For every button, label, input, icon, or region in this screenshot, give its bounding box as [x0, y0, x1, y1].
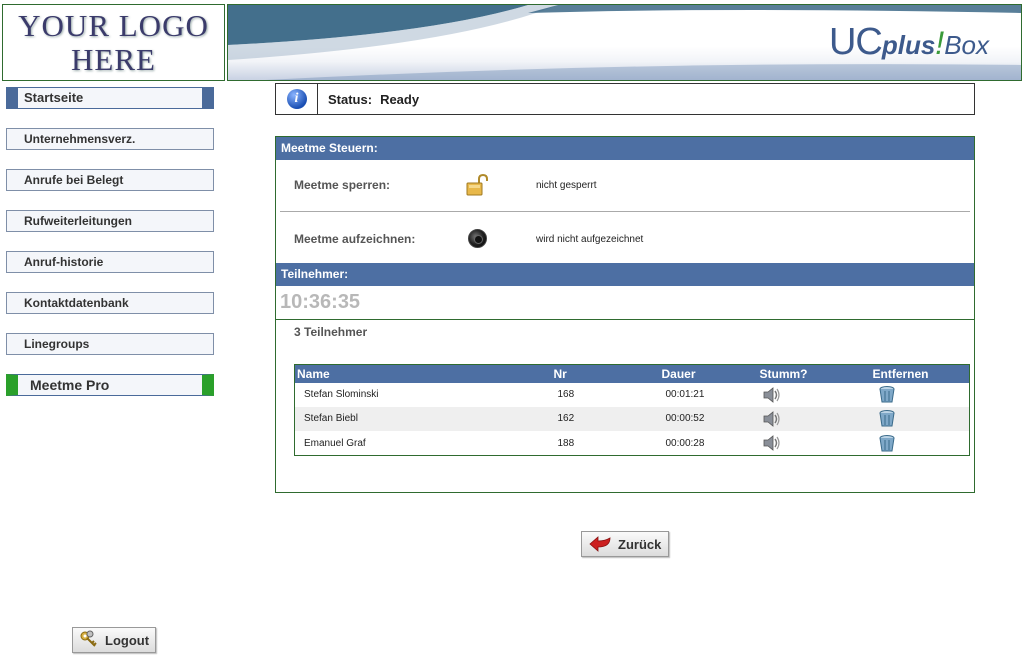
lock-label: Meetme sperren:	[294, 178, 391, 192]
back-button[interactable]: Zurück	[581, 531, 669, 557]
col-dauer: Dauer	[661, 366, 696, 381]
logo-line-1: YOUR LOGO	[18, 7, 209, 43]
status-value: Ready	[380, 91, 420, 107]
brand-box: Box	[944, 30, 989, 60]
info-icon: i	[286, 89, 307, 109]
table-row: Emanuel Graf 188 00:00:28	[295, 431, 970, 455]
timer-row: 10:36:35	[276, 286, 974, 320]
back-arrow-icon	[589, 536, 611, 552]
table-row: Stefan Slominski 168 00:01:21	[295, 383, 970, 407]
logo-line-2: HERE	[71, 41, 156, 77]
remove-icon[interactable]	[879, 410, 895, 427]
lock-value: nicht gesperrt	[536, 180, 597, 191]
sidebar-item-linegroups[interactable]: Linegroups	[6, 333, 214, 355]
status-label: Status:	[328, 91, 373, 107]
sidebar-item-rufweiterleitungen[interactable]: Rufweiterleitungen	[6, 210, 214, 232]
participant-nr: 168	[557, 389, 575, 401]
keys-icon	[80, 630, 97, 647]
brand-uc: UC	[828, 21, 883, 63]
meetme-panel: Meetme Steuern: Meetme sperren: nicht ge…	[275, 136, 975, 493]
meetme-control-header: Meetme Steuern:	[276, 137, 974, 160]
status-text: Status: Ready	[318, 92, 427, 107]
participants-table: Name Nr Dauer Stumm? Entfernen Stefan Sl…	[294, 364, 970, 456]
participant-name: Stefan Slominski	[304, 389, 379, 401]
status-bar: i Status: Ready	[275, 83, 975, 115]
sidebar-item-startseite[interactable]: Startseite	[6, 87, 214, 109]
table-header-row: Name Nr Dauer Stumm? Entfernen	[294, 364, 970, 383]
record-icon[interactable]	[468, 229, 487, 248]
col-name: Name	[297, 366, 330, 381]
remove-icon[interactable]	[879, 434, 895, 452]
divider	[280, 211, 970, 212]
speaker-icon[interactable]	[762, 386, 782, 404]
brand-bang: !	[935, 25, 945, 61]
sidebar-item-meetme-pro[interactable]: Meetme Pro	[6, 374, 214, 396]
participant-name: Stefan Biebl	[304, 413, 358, 425]
sidebar-item-anruf-historie[interactable]: Anruf-historie	[6, 251, 214, 273]
conference-timer: 10:36:35	[280, 291, 361, 313]
status-icon-cell: i	[276, 84, 318, 114]
header-banner: UCplus!Box	[227, 4, 1022, 81]
col-entfernen: Entfernen	[872, 366, 929, 381]
remove-icon[interactable]	[879, 386, 895, 403]
col-nr: Nr	[553, 366, 567, 381]
participant-name: Emanuel Graf	[304, 437, 366, 449]
brand-plus: plus	[881, 30, 936, 60]
participant-duration: 00:00:28	[665, 437, 705, 449]
participant-duration: 00:01:21	[665, 389, 705, 401]
speaker-icon[interactable]	[762, 410, 782, 428]
record-value: wird nicht aufgezeichnet	[536, 234, 644, 245]
logo: YOUR LOGO HERE	[2, 4, 225, 81]
logout-button-label: Logout	[105, 632, 150, 648]
logout-button[interactable]: Logout	[72, 627, 156, 653]
participant-count: 3 Teilnehmer	[294, 325, 368, 339]
participant-nr: 162	[557, 413, 575, 425]
brand-logo: UCplus!Box	[829, 21, 989, 64]
sidebar-item-anrufe-bei-belegt[interactable]: Anrufe bei Belegt	[6, 169, 214, 191]
speaker-icon[interactable]	[762, 434, 782, 452]
table-row: Stefan Biebl 162 00:00:52	[294, 406, 970, 432]
col-stumm: Stumm?	[759, 366, 808, 381]
back-button-label: Zurück	[618, 536, 662, 552]
record-label: Meetme aufzeichnen:	[294, 232, 416, 246]
sidebar-item-unternehmensverz[interactable]: Unternehmensverz.	[6, 128, 214, 150]
participant-duration: 00:00:52	[665, 413, 705, 425]
unlock-icon[interactable]	[466, 174, 490, 196]
sidebar-item-kontaktdatenbank[interactable]: Kontaktdatenbank	[6, 292, 214, 314]
participants-header: Teilnehmer:	[276, 263, 974, 286]
participant-nr: 188	[557, 437, 575, 449]
